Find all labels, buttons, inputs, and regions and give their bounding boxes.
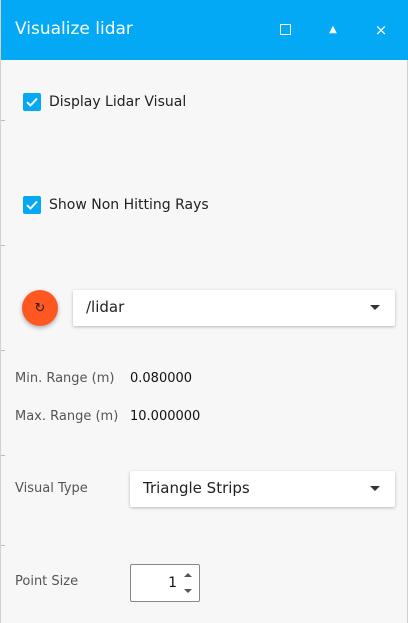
close-button[interactable]: × [370, 19, 392, 41]
refresh-button[interactable]: ↻ [22, 290, 58, 326]
checkmark-icon [26, 200, 38, 210]
visual-type-select[interactable]: Triangle Strips [130, 471, 395, 507]
show-non-hitting-checkbox[interactable] [23, 196, 41, 214]
point-size-value[interactable]: 1 [168, 575, 177, 591]
edge-divider [1, 245, 5, 246]
topic-select[interactable]: /lidar [73, 290, 395, 326]
checkmark-icon [26, 97, 38, 107]
minimize-button[interactable]: ▲ [322, 19, 344, 41]
increment-arrow-icon[interactable] [184, 573, 192, 577]
max-range-label: Max. Range (m) [15, 409, 119, 424]
title-bar[interactable]: Visualize lidar ▲ × [1, 0, 408, 60]
edge-divider [1, 120, 5, 121]
decrement-arrow-icon[interactable] [184, 589, 192, 593]
min-range-label: Min. Range (m) [15, 371, 115, 386]
topic-value: /lidar [86, 298, 125, 316]
visual-type-label: Visual Type [15, 481, 88, 496]
visual-type-value: Triangle Strips [143, 479, 250, 497]
show-non-hitting-label: Show Non Hitting Rays [49, 197, 209, 213]
stepper-arrows[interactable] [182, 569, 194, 597]
minimize-icon: ▲ [329, 24, 337, 35]
chevron-down-icon [370, 305, 380, 310]
maximize-icon [279, 24, 291, 35]
display-lidar-label: Display Lidar Visual [49, 94, 187, 110]
chevron-down-icon [370, 486, 380, 491]
display-lidar-checkbox-row[interactable]: Display Lidar Visual [23, 92, 186, 112]
visualize-lidar-panel: Visualize lidar ▲ × Display Lidar Visual… [0, 0, 408, 623]
point-size-stepper[interactable]: 1 [130, 564, 200, 602]
show-non-hitting-checkbox-row[interactable]: Show Non Hitting Rays [23, 195, 209, 215]
display-lidar-checkbox[interactable] [23, 93, 41, 111]
max-range-value: 10.000000 [130, 409, 201, 424]
edge-divider [1, 455, 5, 456]
edge-divider [1, 545, 5, 546]
point-size-label: Point Size [15, 574, 79, 589]
min-range-value: 0.080000 [130, 371, 193, 386]
maximize-button[interactable] [274, 19, 296, 41]
close-icon: × [374, 21, 388, 39]
window-title: Visualize lidar [15, 19, 133, 39]
refresh-icon: ↻ [34, 300, 46, 316]
edge-divider [1, 350, 5, 351]
